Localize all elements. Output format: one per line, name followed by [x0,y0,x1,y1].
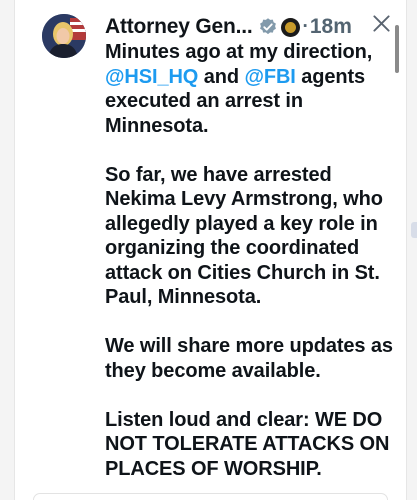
separator-dot: · [302,16,309,37]
paragraph-3: We will share more updates as they becom… [105,335,393,382]
side-tab [411,222,417,238]
paragraph-4: Listen loud and clear: WE DO NOT TOLERAT… [105,408,390,480]
government-seal-icon [280,17,300,37]
paragraph-2: So far, we have arrested Nekima Levy Arm… [105,163,383,309]
verified-badge-icon [259,18,276,35]
tweet-card[interactable]: Attorney Gen... · 18m Minutes ago at my … [14,0,407,500]
avatar-image [42,14,86,58]
x-close-icon[interactable] [372,14,391,33]
author-avatar[interactable] [42,14,86,58]
mention-hsi[interactable]: @HSI_HQ [105,66,198,88]
timestamp[interactable]: 18m [310,15,352,39]
paragraph-1: Minutes ago at my direction, @HSI_HQ and… [105,40,405,138]
paragraph-1-and: and [198,65,245,88]
tweet-header: Attorney Gen... · 18m [105,13,352,41]
paragraph-1-text: Minutes ago at my direction, [105,41,373,63]
tweet-body: Minutes ago at my direction, @HSI_HQ and… [105,40,405,500]
mention-fbi[interactable]: @FBI [244,66,295,88]
next-card-edge [33,493,388,500]
author-name[interactable]: Attorney Gen... [105,15,253,39]
